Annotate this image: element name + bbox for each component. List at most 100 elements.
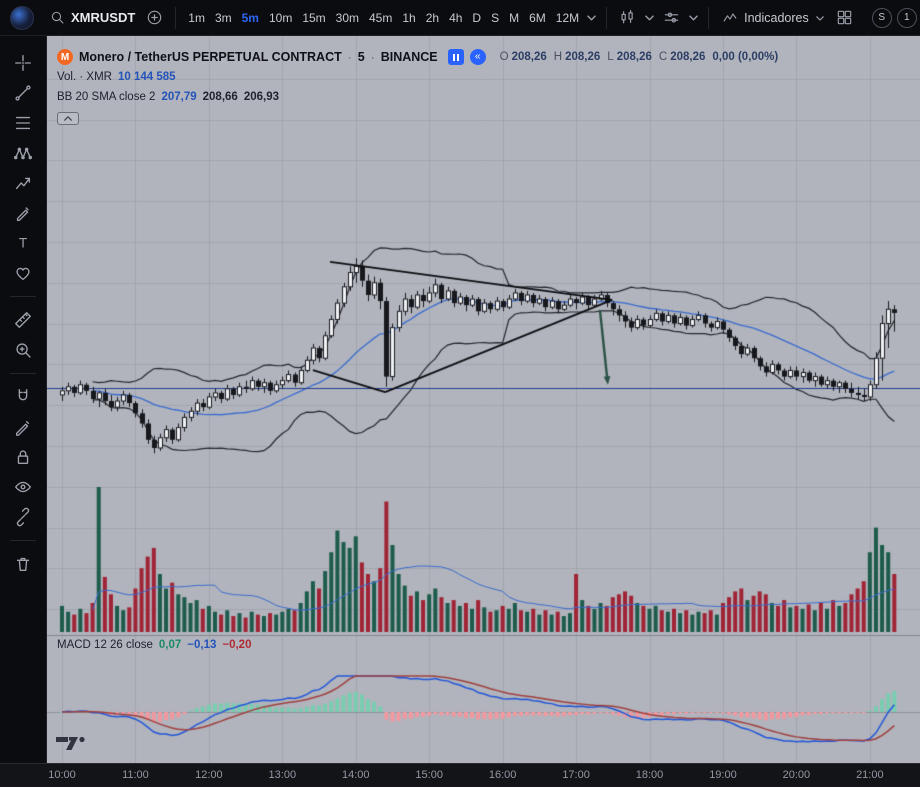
top-toolbar: XMRUSDT 1m3m5m10m15m30m45m1h2h4hDSM6M12M [0, 0, 920, 36]
timeframe-M[interactable]: M [504, 7, 524, 29]
text-tool[interactable]: T [6, 228, 40, 257]
chart-type-button[interactable] [614, 5, 641, 30]
toolbar-separator [10, 296, 36, 297]
fib-retracement-icon [13, 113, 33, 133]
legend-separator: · [348, 50, 352, 64]
symbol-title[interactable]: Monero / TetherUS PERPETUAL CONTRACT [79, 50, 342, 64]
trend-line-tool[interactable] [6, 78, 40, 107]
legend-collapse-button[interactable] [57, 112, 79, 125]
timeframe-6M[interactable]: 6M [524, 7, 551, 29]
forecast-tool[interactable] [6, 168, 40, 197]
chevron-down-icon [586, 13, 597, 22]
user-avatar[interactable] [10, 6, 34, 30]
chart-settings-button[interactable] [658, 5, 685, 30]
sync-drawings-tool[interactable] [6, 502, 40, 531]
timeframe-1m[interactable]: 1m [183, 7, 210, 29]
timeframe-2h[interactable]: 2h [421, 7, 444, 29]
layout-grid-button[interactable] [831, 5, 858, 30]
bb-upper-value: 208,66 [203, 91, 238, 103]
timeframe-5m[interactable]: 5m [237, 7, 264, 29]
replay-active-icon[interactable] [448, 49, 464, 65]
lock-drawings-tool[interactable] [6, 442, 40, 471]
pattern-tool[interactable] [6, 138, 40, 167]
symbol-interval[interactable]: 5 [358, 50, 365, 64]
time-label: 15:00 [415, 769, 443, 781]
timeframe-10m[interactable]: 10m [264, 7, 297, 29]
rewind-icon[interactable]: « [470, 49, 486, 65]
indicators-icon [722, 10, 738, 26]
zoom-in-icon [13, 340, 33, 360]
drawing-mode-tool[interactable] [6, 412, 40, 441]
time-label: 12:00 [195, 769, 223, 781]
symbol-exchange[interactable]: BINANCE [381, 50, 438, 64]
price-chart-canvas[interactable] [47, 36, 920, 763]
chart-legend: M Monero / TetherUS PERPETUAL CONTRACT ·… [57, 47, 782, 125]
timeframe-D[interactable]: D [467, 7, 486, 29]
timeframe-12M[interactable]: 12M [551, 7, 584, 29]
compare-add-button[interactable] [141, 5, 168, 30]
measure-tool[interactable] [6, 305, 40, 334]
symbol-legend-row: M Monero / TetherUS PERPETUAL CONTRACT ·… [57, 47, 782, 67]
ohlc-values: O208,26 H208,26 L208,26 C208,26 0,00 (0,… [500, 51, 783, 63]
timeframe-45m[interactable]: 45m [364, 7, 397, 29]
timeframe-4h[interactable]: 4h [444, 7, 467, 29]
hide-drawings-tool[interactable] [6, 472, 40, 501]
indicators-label: Indicadores [744, 11, 809, 25]
eye-icon [13, 477, 33, 497]
bb-legend-row: BB 20 SMA close 2 207,79 208,66 206,93 [57, 87, 782, 107]
monero-logo-icon: M [57, 49, 73, 65]
toolbar-divider [175, 7, 176, 29]
chart-type-dropdown[interactable] [642, 11, 657, 24]
timeframe-group: 1m3m5m10m15m30m45m1h2h4hDSM6M12M [183, 7, 584, 29]
chart-region: M Monero / TetherUS PERPETUAL CONTRACT ·… [47, 36, 920, 763]
tradingview-watermark[interactable] [56, 733, 88, 758]
close-label: C [659, 51, 667, 63]
time-axis[interactable]: 10:0011:0012:0013:0014:0015:0016:0017:00… [0, 763, 920, 787]
remove-drawings-tool[interactable] [6, 549, 40, 578]
tradingview-app: XMRUSDT 1m3m5m10m15m30m45m1h2h4hDSM6M12M [0, 0, 920, 787]
toolbar-divider [606, 7, 607, 29]
crosshair-icon [13, 53, 33, 73]
symbol-search[interactable]: XMRUSDT [44, 6, 141, 29]
timeframe-dropdown-button[interactable] [584, 11, 599, 24]
time-label: 10:00 [48, 769, 76, 781]
magnet-tool[interactable] [6, 382, 40, 411]
sliders-icon [663, 9, 680, 26]
chevron-down-icon [644, 13, 655, 22]
low-label: L [607, 51, 613, 63]
timeframe-3m[interactable]: 3m [210, 7, 237, 29]
indicators-button[interactable]: Indicadores [716, 6, 831, 30]
bb-indicator-label[interactable]: BB 20 SMA close 2 [57, 91, 155, 103]
badge-1[interactable]: 1 [897, 8, 917, 28]
brush-tool[interactable] [6, 198, 40, 227]
chart-settings-dropdown[interactable] [686, 11, 701, 24]
chevron-down-icon [688, 13, 699, 22]
zoom-in-tool[interactable] [6, 335, 40, 364]
timeframe-30m[interactable]: 30m [331, 7, 364, 29]
volume-value: 10 144 585 [118, 71, 176, 83]
ruler-icon [13, 310, 33, 330]
timeframe-1h[interactable]: 1h [397, 7, 420, 29]
symbol-name: XMRUSDT [71, 10, 135, 25]
low-value: 208,26 [617, 51, 652, 63]
macd-indicator-label[interactable]: MACD 12 26 close [57, 639, 153, 651]
time-label: 17:00 [562, 769, 590, 781]
text-icon: T [13, 233, 33, 253]
time-label: 13:00 [269, 769, 297, 781]
timeframe-15m[interactable]: 15m [297, 7, 330, 29]
timeframe-S[interactable]: S [486, 7, 504, 29]
trash-icon [13, 554, 33, 574]
emoji-tool[interactable] [6, 258, 40, 287]
close-value: 208,26 [670, 51, 705, 63]
bb-lower-value: 206,93 [244, 91, 279, 103]
macd-line-value: −0,13 [187, 639, 216, 651]
badge-s[interactable]: S [872, 8, 892, 28]
macd-signal-value: −0,20 [222, 639, 251, 651]
candlestick-icon [619, 9, 636, 26]
plus-circle-icon [146, 9, 163, 26]
fib-retracement-tool[interactable] [6, 108, 40, 137]
trend-line-icon [13, 83, 33, 103]
heart-icon [13, 263, 33, 283]
volume-indicator-label[interactable]: Vol. · XMR [57, 71, 112, 83]
crosshair-tool[interactable] [6, 48, 40, 77]
